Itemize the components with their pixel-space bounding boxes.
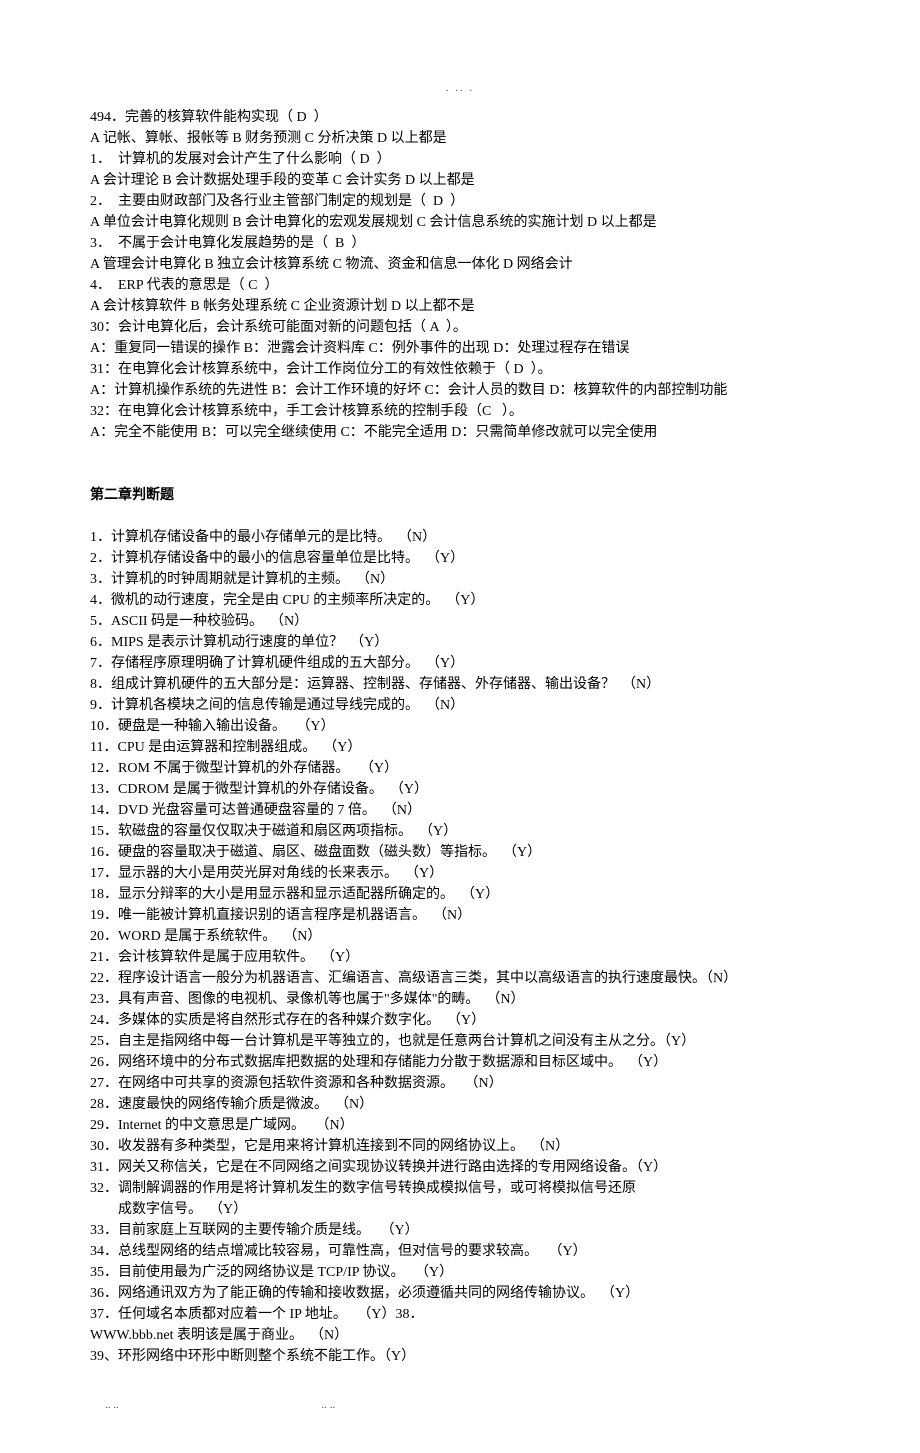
j29: 29．Internet 的中文意思是广域网。 （N） xyxy=(90,1115,830,1136)
q30-options: A：重复同一错误的操作 B：泄露会计资料库 C：例外事件的出现 D：处理过程存在… xyxy=(90,338,830,359)
q3-options: A 管理会计电算化 B 独立会计核算系统 C 物流、资金和信息一体化 D 网络会… xyxy=(90,254,830,275)
spacer xyxy=(90,443,830,485)
j27: 27．在网络中可共享的资源包括软件资源和各种数据资源。 （N） xyxy=(90,1073,830,1094)
j15: 15．软磁盘的容量仅仅取决于磁道和扇区两项指标。 （Y） xyxy=(90,821,830,842)
j13: 13．CDROM 是属于微型计算机的外存储设备。 （Y） xyxy=(90,779,830,800)
q30: 30：会计电算化后，会计系统可能面对新的问题包括（ A ）。 xyxy=(90,317,830,338)
j3: 3．计算机的时钟周期就是计算机的主频。 （N） xyxy=(90,569,830,590)
j30: 30．收发器有多种类型，它是用来将计算机连接到不同的网络协议上。 （N） xyxy=(90,1136,830,1157)
j16: 16．硬盘的容量取决于磁道、扇区、磁盘面数（磁头数）等指标。 （Y） xyxy=(90,842,830,863)
j37: 37．任何域名本质都对应着一个 IP 地址。 （Y）38． xyxy=(90,1304,830,1325)
j11: 11．CPU 是由运算器和控制器组成。 （Y） xyxy=(90,737,830,758)
j4: 4．微机的动行速度，完全是由 CPU 的主频率所决定的。 （Y） xyxy=(90,590,830,611)
q2-options: A 单位会计电算化规则 B 会计电算化的宏观发展规划 C 会计信息系统的实施计划… xyxy=(90,212,830,233)
j32b: 成数字信号。 （Y） xyxy=(90,1199,830,1220)
j36: 36．网络通讯双方为了能正确的传输和接收数据，必须遵循共同的网络传输协议。 （Y… xyxy=(90,1283,830,1304)
q494: 494．完善的核算软件能构实现（ D ） xyxy=(90,107,830,128)
j22: 22．程序设计语言一般分为机器语言、汇编语言、高级语言三类，其中以高级语言的执行… xyxy=(90,968,830,989)
q32: 32：在电算化会计核算系统中，手工会计核算系统的控制手段（C ）。 xyxy=(90,401,830,422)
q1-options: A 会计理论 B 会计数据处理手段的变革 C 会计实务 D 以上都是 xyxy=(90,170,830,191)
j19: 19．唯一能被计算机直接识别的语言程序是机器语言。 （N） xyxy=(90,905,830,926)
q31-options: A：计算机操作系统的先进性 B：会计工作环境的好坏 C：会计人员的数目 D：核算… xyxy=(90,380,830,401)
j1: 1．计算机存储设备中的最小存储单元的是比特。 （N） xyxy=(90,527,830,548)
section2-title: 第二章判断题 xyxy=(90,485,830,506)
j39: 39、环形网络中环形中断则整个系统不能工作。（Y） xyxy=(90,1346,830,1367)
q1: 1． 计算机的发展对会计产生了什么影响（ D ） xyxy=(90,149,830,170)
q32-options: A：完全不能使用 B：可以完全继续使用 C：不能完全适用 D：只需简单修改就可以… xyxy=(90,422,830,443)
j32a: 32．调制解调器的作用是将计算机发生的数字信号转换成模拟信号，或可将模拟信号还原 xyxy=(90,1178,830,1199)
j7: 7．存储程序原理明确了计算机硬件组成的五大部分。 （Y） xyxy=(90,653,830,674)
footer-dots-right: .. .. xyxy=(322,1397,336,1414)
j6: 6．MIPS 是表示计算机动行速度的单位？ （Y） xyxy=(90,632,830,653)
q4: 4． ERP 代表的意思是（ C ） xyxy=(90,275,830,296)
j34: 34．总线型网络的结点增减比较容易，可靠性高，但对信号的要求较高。 （Y） xyxy=(90,1241,830,1262)
j8: 8．组成计算机硬件的五大部分是：运算器、控制器、存储器、外存储器、输出设备？ （… xyxy=(90,674,830,695)
j5: 5．ASCII 码是一种校验码。 （N） xyxy=(90,611,830,632)
j18: 18．显示分辩率的大小是用显示器和显示适配器所确定的。 （Y） xyxy=(90,884,830,905)
j31: 31．网关又称信关，它是在不同网络之间实现协议转换并进行路由选择的专用网络设备。… xyxy=(90,1157,830,1178)
q3: 3． 不属于会计电算化发展趋势的是（ B ） xyxy=(90,233,830,254)
j23: 23．具有声音、图像的电视机、录像机等也属于"多媒体"的畴。 （N） xyxy=(90,989,830,1010)
j12: 12．ROM 不属于微型计算机的外存储器。 （Y） xyxy=(90,758,830,779)
j20: 20．WORD 是属于系统软件。 （N） xyxy=(90,926,830,947)
j10: 10．硬盘是一种输入输出设备。 （Y） xyxy=(90,716,830,737)
footer-dots-left: .. .. xyxy=(105,1397,119,1414)
q4-options: A 会计核算软件 B 帐务处理系统 C 企业资源计划 D 以上都不是 xyxy=(90,296,830,317)
j9: 9．计算机各模块之间的信息传输是通过导线完成的。 （N） xyxy=(90,695,830,716)
j14: 14．DVD 光盘容量可达普通硬盘容量的 7 倍。 （N） xyxy=(90,800,830,821)
j17: 17．显示器的大小是用荧光屏对角线的长来表示。 （Y） xyxy=(90,863,830,884)
header-dots: . .. . xyxy=(90,80,830,97)
j33: 33．目前家庭上互联网的主要传输介质是线。 （Y） xyxy=(90,1220,830,1241)
j26: 26．网络环境中的分布式数据库把数据的处理和存储能力分散于数据源和目标区域中。 … xyxy=(90,1052,830,1073)
spacer xyxy=(90,506,830,527)
q494-options: A 记帐、算帐、报帐等 B 财务预测 C 分析决策 D 以上都是 xyxy=(90,128,830,149)
j28: 28．速度最快的网络传输介质是微波。 （N） xyxy=(90,1094,830,1115)
j24: 24．多媒体的实质是将自然形式存在的各种媒介数字化。 （Y） xyxy=(90,1010,830,1031)
footer-dots: .. .. .. .. xyxy=(90,1397,830,1414)
j2: 2．计算机存储设备中的最小的信息容量单位是比特。 （Y） xyxy=(90,548,830,569)
j38: WWW.bbb.net 表明该是属于商业。 （N） xyxy=(90,1325,830,1346)
q2: 2． 主要由财政部门及各行业主管部门制定的规划是（ D ） xyxy=(90,191,830,212)
q31: 31：在电算化会计核算系统中，会计工作岗位分工的有效性依赖于（ D ）。 xyxy=(90,359,830,380)
j35: 35．目前使用最为广泛的网络协议是 TCP/IP 协议。 （Y） xyxy=(90,1262,830,1283)
j21: 21．会计核算软件是属于应用软件。 （Y） xyxy=(90,947,830,968)
j25: 25．自主是指网络中每一台计算机是平等独立的，也就是任意两台计算机之间没有主从之… xyxy=(90,1031,830,1052)
